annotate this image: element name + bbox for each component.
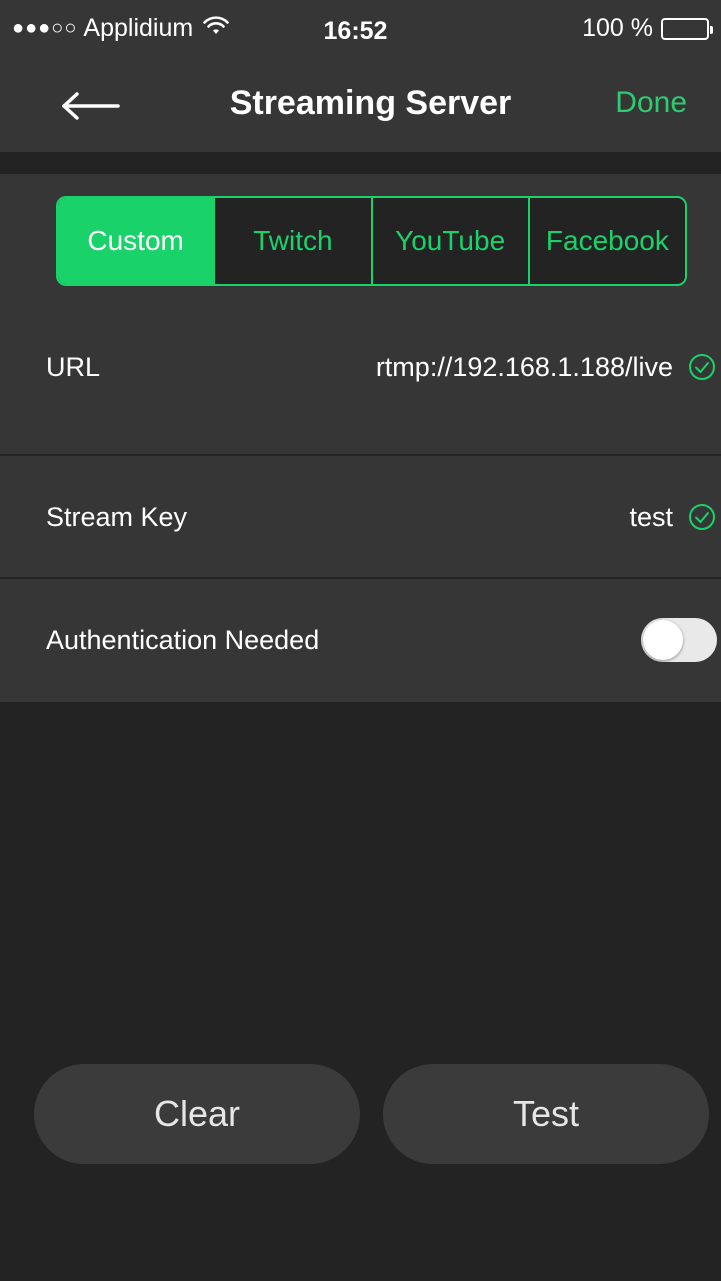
stream-key-value-group: test — [629, 502, 717, 533]
url-value: rtmp://192.168.1.188/live — [375, 351, 673, 382]
segment-twitch[interactable]: Twitch — [215, 198, 373, 284]
segment-youtube[interactable]: YouTube — [372, 198, 530, 284]
toggle-knob — [643, 620, 683, 660]
authentication-toggle[interactable] — [641, 618, 717, 662]
settings-panel: Custom Twitch YouTube Facebook URL rtmp:… — [0, 174, 721, 702]
service-segmented-control: Custom Twitch YouTube Facebook — [56, 196, 687, 286]
navigation-bar: Streaming Server Done — [0, 62, 721, 152]
battery-percentage: 100 % — [582, 14, 653, 42]
battery-icon — [661, 17, 713, 40]
authentication-label: Authentication Needed — [46, 624, 320, 655]
url-row[interactable]: URL rtmp://192.168.1.188/live — [0, 306, 721, 428]
clear-button[interactable]: Clear — [34, 1064, 360, 1164]
header-divider — [0, 152, 721, 174]
done-button[interactable]: Done — [615, 86, 687, 120]
test-button[interactable]: Test — [383, 1064, 709, 1164]
url-label: URL — [46, 351, 101, 382]
status-right: 100 % — [582, 14, 713, 43]
authentication-row: Authentication Needed — [0, 579, 721, 701]
stream-key-value: test — [629, 501, 673, 532]
segment-custom[interactable]: Custom — [58, 198, 216, 284]
stream-key-label: Stream Key — [46, 501, 188, 532]
check-circle-icon — [687, 502, 717, 532]
segment-facebook[interactable]: Facebook — [529, 198, 685, 284]
check-circle-icon — [687, 352, 717, 382]
status-bar: ●●●○○ Applidium 16:52 100 % — [0, 0, 721, 62]
stream-key-row[interactable]: Stream Key test — [0, 456, 721, 578]
url-value-group: rtmp://192.168.1.188/live — [376, 352, 717, 383]
